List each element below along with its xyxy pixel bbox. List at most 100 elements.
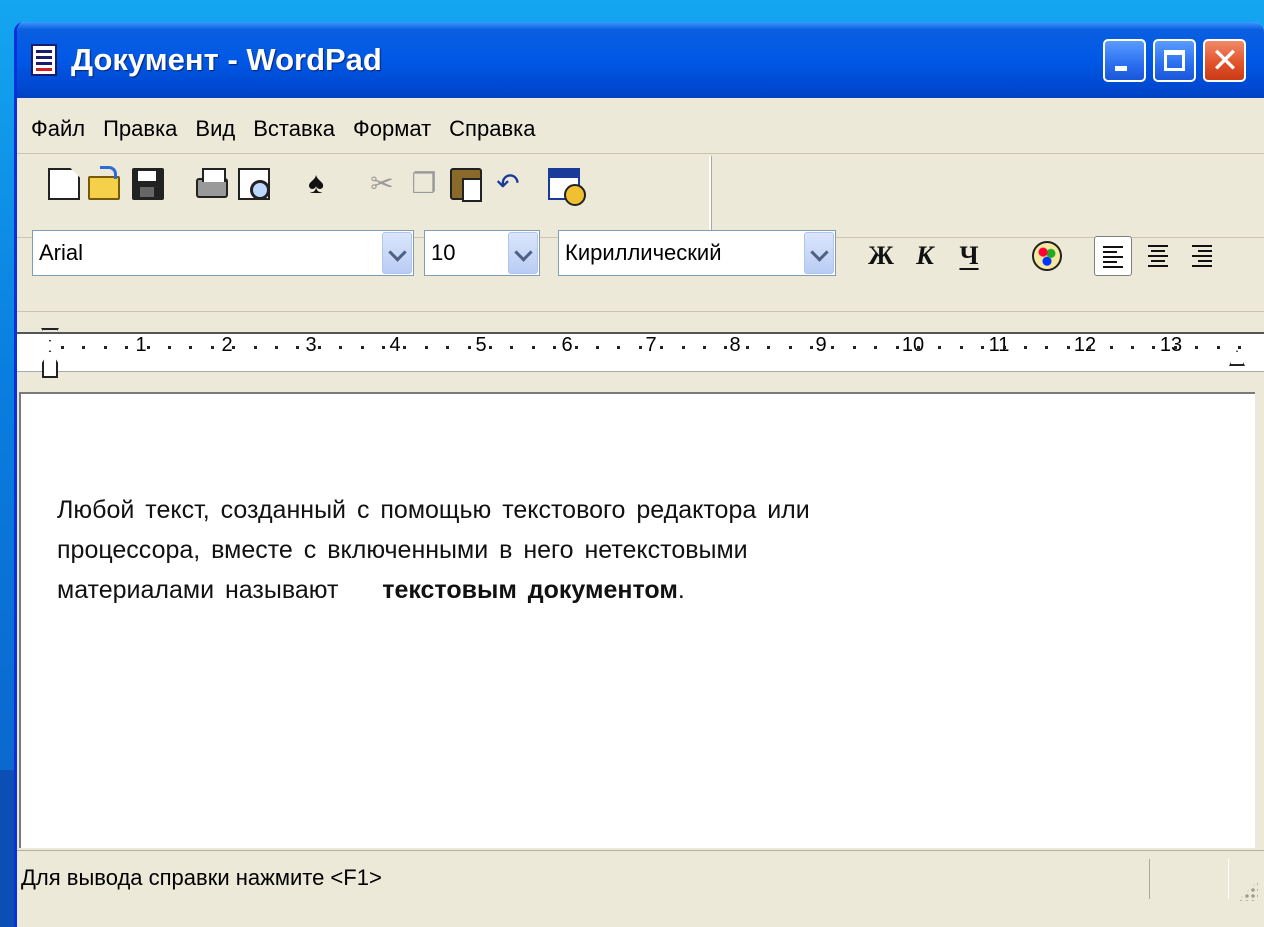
font-size-value: 10 <box>431 240 456 265</box>
ruler-tick <box>211 346 214 349</box>
chevron-down-icon[interactable] <box>804 232 834 274</box>
ruler-tick <box>532 346 535 349</box>
menu-insert[interactable]: Вставка <box>244 111 344 147</box>
new-icon[interactable] <box>48 168 80 200</box>
wordpad-doc-icon[interactable] <box>31 44 57 76</box>
align-center-button[interactable] <box>1140 236 1178 276</box>
maximize-icon <box>1164 50 1185 71</box>
resize-grip[interactable] <box>1238 881 1258 901</box>
ruler-tick <box>767 346 770 349</box>
menu-view[interactable]: Вид <box>186 111 244 147</box>
ruler[interactable]: 1 2 3 4 5 6 7 8 9 10 11 12 13 <box>17 322 1264 392</box>
ruler-tick <box>1045 346 1048 349</box>
maximize-button[interactable] <box>1153 39 1196 82</box>
document-text: Любой текст, созданный с помощью текстов… <box>57 490 1017 610</box>
menu-file[interactable]: Файл <box>22 111 94 147</box>
ruler-tick <box>468 346 471 349</box>
ruler-tick <box>425 346 428 349</box>
ruler-tick <box>1067 346 1070 349</box>
ruler-number: 10 <box>901 334 925 356</box>
status-pane <box>1149 859 1229 899</box>
find-icon[interactable]: ♠ <box>300 168 332 200</box>
document-editor[interactable]: Любой текст, созданный с помощью текстов… <box>19 392 1255 848</box>
script-combo[interactable]: Кириллический <box>558 230 836 276</box>
ruler-tick <box>682 346 685 349</box>
ruler-tick <box>1003 346 1006 349</box>
print-preview-icon[interactable] <box>238 168 270 200</box>
title-bar[interactable]: Документ - WordPad ✕ <box>17 22 1264 98</box>
menu-help[interactable]: Справка <box>440 111 544 147</box>
ruler-tick <box>254 346 257 349</box>
ruler-number: 6 <box>561 334 573 356</box>
ruler-tick <box>147 346 150 349</box>
ruler-tick <box>510 346 513 349</box>
align-right-button[interactable] <box>1184 236 1222 276</box>
document-text-period: . <box>677 576 685 604</box>
save-icon[interactable] <box>132 168 164 200</box>
underline-button[interactable]: Ч <box>950 236 988 276</box>
ruler-tick <box>1195 346 1198 349</box>
ruler-tick <box>1174 346 1177 349</box>
chevron-down-icon[interactable] <box>382 232 412 274</box>
ruler-tick <box>489 346 492 349</box>
ruler-tick <box>189 346 192 349</box>
menu-bar: Файл Правка Вид Вставка Формат Справка <box>17 104 1264 154</box>
ruler-number: 13 <box>1159 334 1183 356</box>
ruler-tick <box>724 346 727 349</box>
ruler-tick <box>639 346 642 349</box>
ruler-tick <box>1152 346 1155 349</box>
ruler-tick <box>339 346 342 349</box>
ruler-tick <box>361 346 364 349</box>
ruler-tick <box>831 346 834 349</box>
ruler-tick <box>960 346 963 349</box>
minimize-icon <box>1115 66 1127 71</box>
close-icon: ✕ <box>1210 41 1240 81</box>
status-text: Для вывода справки нажмите <F1> <box>21 865 382 890</box>
font-size-combo[interactable]: 10 <box>424 230 540 276</box>
ruler-number: 3 <box>305 334 317 356</box>
ruler-number: 2 <box>221 334 233 356</box>
ruler-tick <box>938 346 941 349</box>
status-bar: Для вывода справки нажмите <F1> <box>17 850 1264 905</box>
ruler-tick <box>617 346 620 349</box>
undo-icon[interactable]: ↶ <box>492 168 524 200</box>
font-combo[interactable]: Arial <box>32 230 414 276</box>
ruler-tick <box>660 346 663 349</box>
ruler-number: 11 <box>988 334 1010 356</box>
copy-icon[interactable]: ❐ <box>408 168 440 200</box>
bold-button[interactable]: Ж <box>862 236 900 276</box>
menu-format[interactable]: Формат <box>344 111 440 147</box>
date-time-icon[interactable] <box>548 168 586 206</box>
ruler-tick <box>746 346 749 349</box>
ruler-tick <box>896 346 899 349</box>
print-icon[interactable] <box>196 168 228 198</box>
ruler-number: 5 <box>475 334 487 356</box>
ruler-tick <box>874 346 877 349</box>
ruler-tick <box>382 346 385 349</box>
ruler-tick <box>296 346 299 349</box>
ruler-number: 1 <box>135 334 147 356</box>
close-button[interactable]: ✕ <box>1203 39 1246 82</box>
align-left-button[interactable] <box>1094 236 1132 276</box>
minimize-button[interactable] <box>1103 39 1146 82</box>
ruler-tick <box>275 346 278 349</box>
ruler-number: 4 <box>389 334 401 356</box>
ruler-number: 7 <box>645 334 657 356</box>
ruler-tick <box>1131 346 1134 349</box>
ruler-tick <box>446 346 449 349</box>
script-value: Кириллический <box>565 240 722 265</box>
ruler-tick <box>703 346 706 349</box>
cut-icon[interactable]: ✂ <box>366 168 398 200</box>
open-icon[interactable] <box>88 166 120 200</box>
ruler-tick <box>403 346 406 349</box>
ruler-tick <box>61 346 64 349</box>
document-line: процессора, вместе с включенными в него … <box>57 536 748 564</box>
ruler-tick <box>1110 346 1113 349</box>
paste-icon[interactable] <box>450 168 482 202</box>
menu-edit[interactable]: Правка <box>94 111 186 147</box>
ruler-tick <box>104 346 107 349</box>
ruler-tick <box>917 346 920 349</box>
color-palette-icon[interactable] <box>1032 241 1062 271</box>
italic-button[interactable]: К <box>906 236 944 276</box>
chevron-down-icon[interactable] <box>508 232 538 274</box>
